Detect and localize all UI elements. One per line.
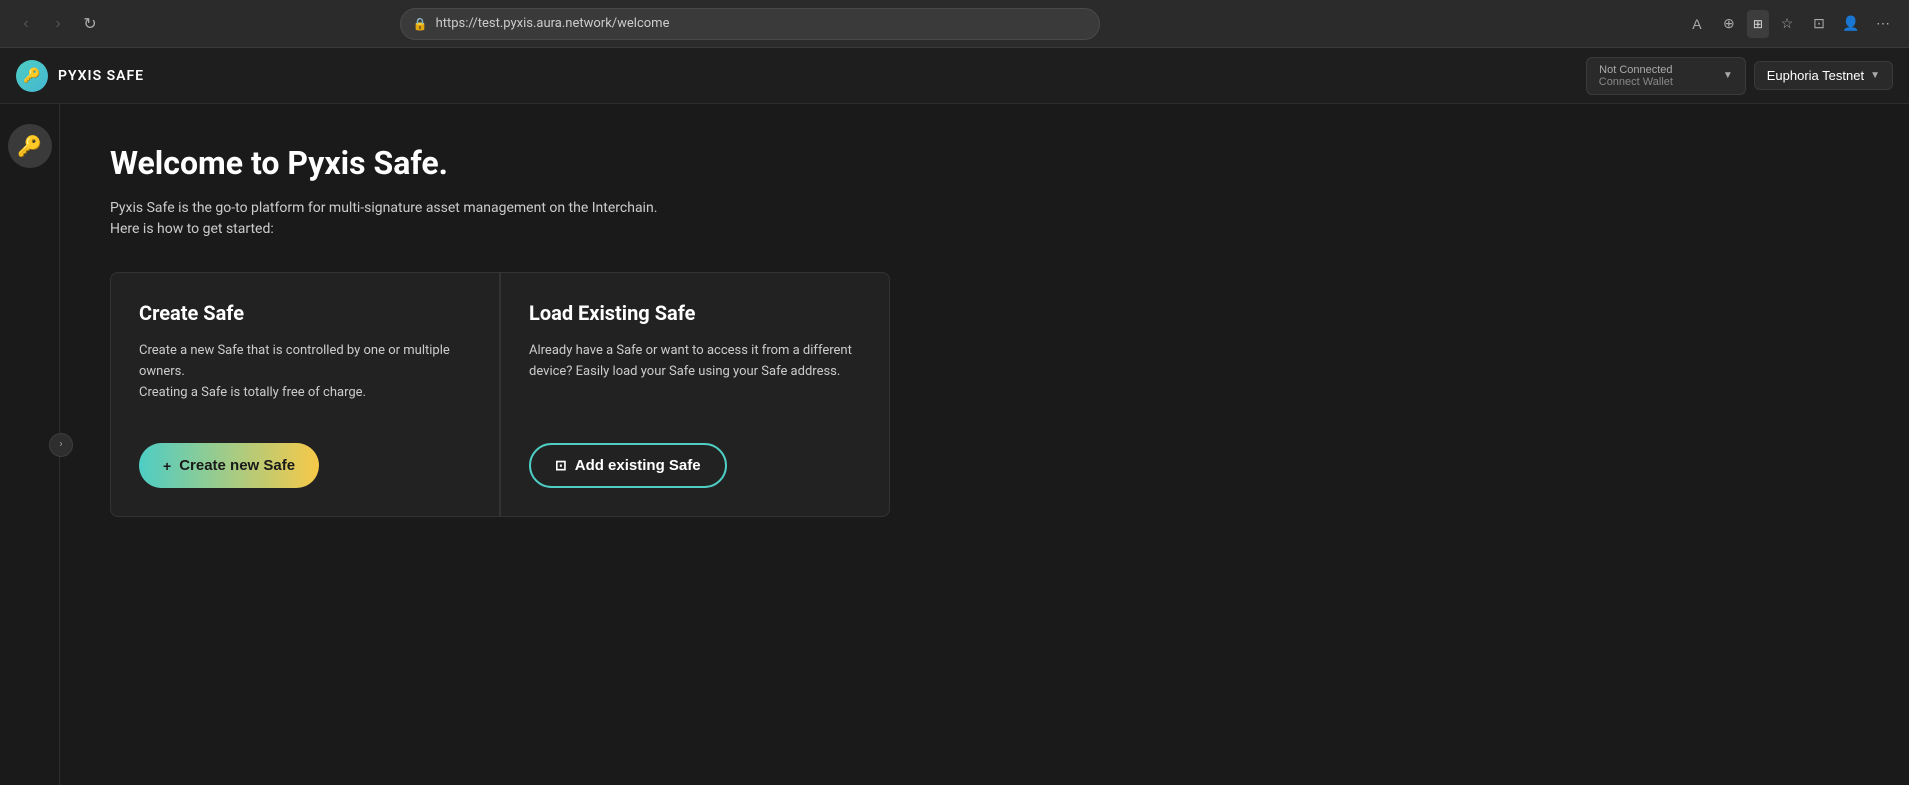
profile-icon[interactable]: ⊕ [1715,10,1743,38]
back-button[interactable]: ‹ [12,10,40,38]
wallet-connect-button[interactable]: Not Connected Connect Wallet ▼ [1586,57,1746,95]
cast-icon[interactable]: ⊡ [1805,10,1833,38]
bookmark-icon[interactable]: ☆ [1773,10,1801,38]
load-safe-title: Load Existing Safe [529,301,861,325]
account-icon[interactable]: 👤 [1837,10,1865,38]
logo-text: PYXIS SAFE [58,68,144,84]
wallet-status-sub: Connect Wallet [1599,76,1673,88]
add-existing-safe-button-label: Add existing Safe [575,457,701,474]
content-area: Welcome to Pyxis Safe. Pyxis Safe is the… [60,104,1909,785]
address-bar[interactable]: 🔒 https://test.pyxis.aura.network/welcom… [400,8,1100,40]
network-button[interactable]: Euphoria Testnet ▼ [1754,61,1893,90]
create-safe-button-label: Create new Safe [179,457,295,474]
forward-button[interactable]: › [44,10,72,38]
url-text: https://test.pyxis.aura.network/welcome [436,16,670,31]
create-safe-description: Create a new Safe that is controlled by … [139,341,471,403]
header-right: Not Connected Connect Wallet ▼ Euphoria … [1586,57,1893,95]
main-layout: 🔑 › Welcome to Pyxis Safe. Pyxis Safe is… [0,104,1909,785]
sidebar-avatar: 🔑 [8,124,52,168]
translate-icon[interactable]: A [1683,10,1711,38]
extensions-button[interactable]: ⊞ [1747,10,1769,38]
load-safe-description: Already have a Safe or want to access it… [529,341,861,403]
subtitle-line1: Pyxis Safe is the go-to platform for mul… [110,200,657,216]
wallet-dropdown-arrow: ▼ [1723,70,1733,81]
create-safe-title: Create Safe [139,301,471,325]
logo-icon: 🔑 [16,60,48,92]
app-container: 🔑 PYXIS SAFE Not Connected Connect Walle… [0,48,1909,785]
reload-button[interactable]: ↻ [76,10,104,38]
browser-chrome: ‹ › ↻ 🔒 https://test.pyxis.aura.network/… [0,0,1909,48]
wallet-status: Not Connected Connect Wallet [1599,64,1673,88]
sidebar: 🔑 › [0,104,60,785]
cards-row: Create Safe Create a new Safe that is co… [110,272,890,517]
network-dropdown-arrow: ▼ [1870,70,1880,81]
network-label: Euphoria Testnet [1767,68,1864,83]
add-existing-safe-button[interactable]: ⊡ Add existing Safe [529,443,727,488]
plus-icon: + [163,458,171,474]
app-header: 🔑 PYXIS SAFE Not Connected Connect Walle… [0,48,1909,104]
page-subtitle: Pyxis Safe is the go-to platform for mul… [110,198,1859,240]
lock-icon: 🔒 [413,17,428,31]
subtitle-line2: Here is how to get started: [110,221,274,237]
logo-area: 🔑 PYXIS SAFE [16,60,144,92]
load-existing-safe-card: Load Existing Safe Already have a Safe o… [500,272,890,517]
create-safe-card: Create Safe Create a new Safe that is co… [110,272,499,517]
create-new-safe-button[interactable]: + Create new Safe [139,443,319,488]
wallet-status-label: Not Connected [1599,64,1673,76]
browser-nav-buttons: ‹ › ↻ [12,10,104,38]
page-title: Welcome to Pyxis Safe. [110,144,1859,182]
safe-icon: ⊡ [555,457,567,474]
menu-icon[interactable]: ⋯ [1869,10,1897,38]
browser-actions: A ⊕ ⊞ ☆ ⊡ 👤 ⋯ [1683,10,1897,38]
sidebar-expand-button[interactable]: › [49,433,73,457]
